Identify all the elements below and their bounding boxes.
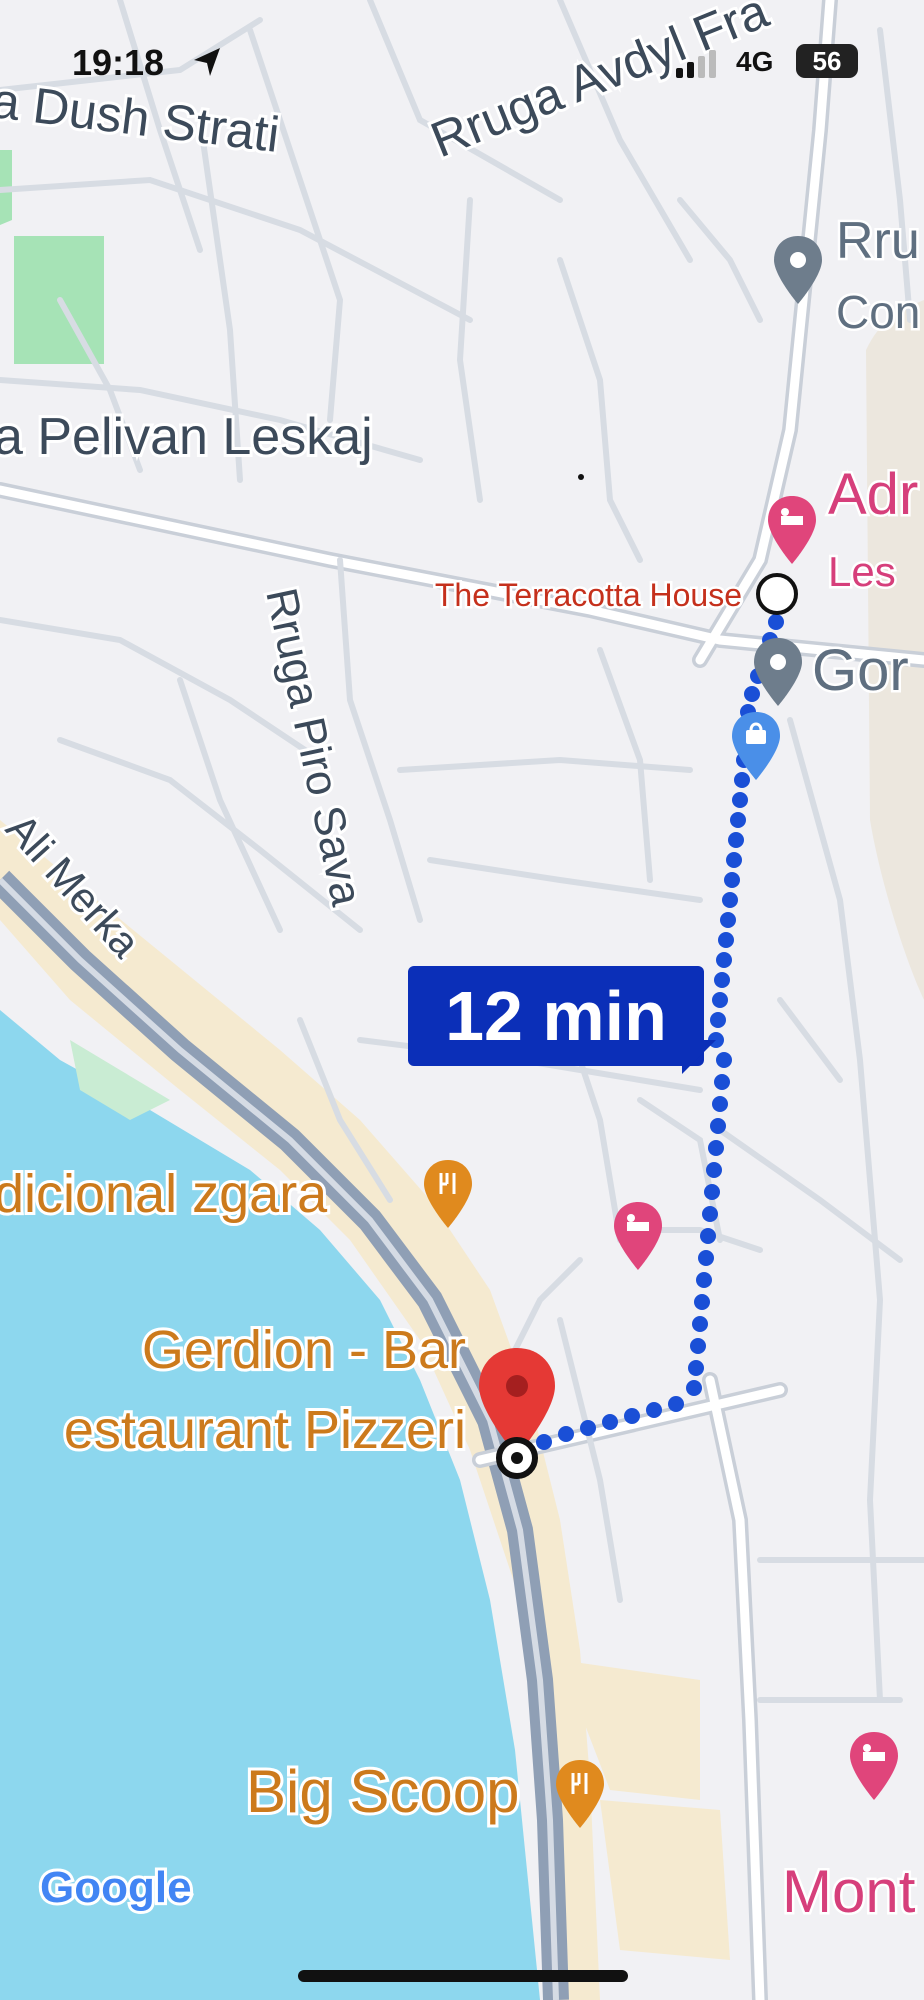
location-arrow-icon [194, 48, 220, 76]
place-label: Les [828, 548, 896, 595]
place-label: Mont [782, 1858, 916, 1925]
place-label: Con [836, 286, 920, 338]
eta-label-pointer [682, 1040, 716, 1074]
place-label: estaurant Pizzeri [64, 1400, 466, 1460]
route-start-icon[interactable] [756, 573, 798, 615]
place-label: Rru [836, 212, 920, 270]
home-indicator[interactable] [298, 1970, 628, 1982]
battery-icon: 56 [796, 44, 858, 78]
status-time: 19:18 [72, 42, 165, 83]
place-label: Adr [828, 462, 918, 527]
network-type: 4G [736, 46, 774, 77]
cellular-signal-icon [676, 50, 716, 78]
status-bar: 19:18 4G 56 [0, 40, 924, 88]
eta-text: 12 min [445, 977, 667, 1055]
eta-label: 12 min [408, 966, 704, 1066]
street-label: a Pelivan Leskaj [0, 408, 373, 466]
google-attribution: Google [40, 1863, 192, 1912]
place-label: dicional zgara [0, 1164, 328, 1224]
place-label: The Terracotta House [435, 577, 742, 613]
place-label: Gor [812, 638, 909, 703]
place-label: Gerdion - Bar [142, 1320, 466, 1380]
place-label: Big Scoop [246, 1758, 520, 1825]
